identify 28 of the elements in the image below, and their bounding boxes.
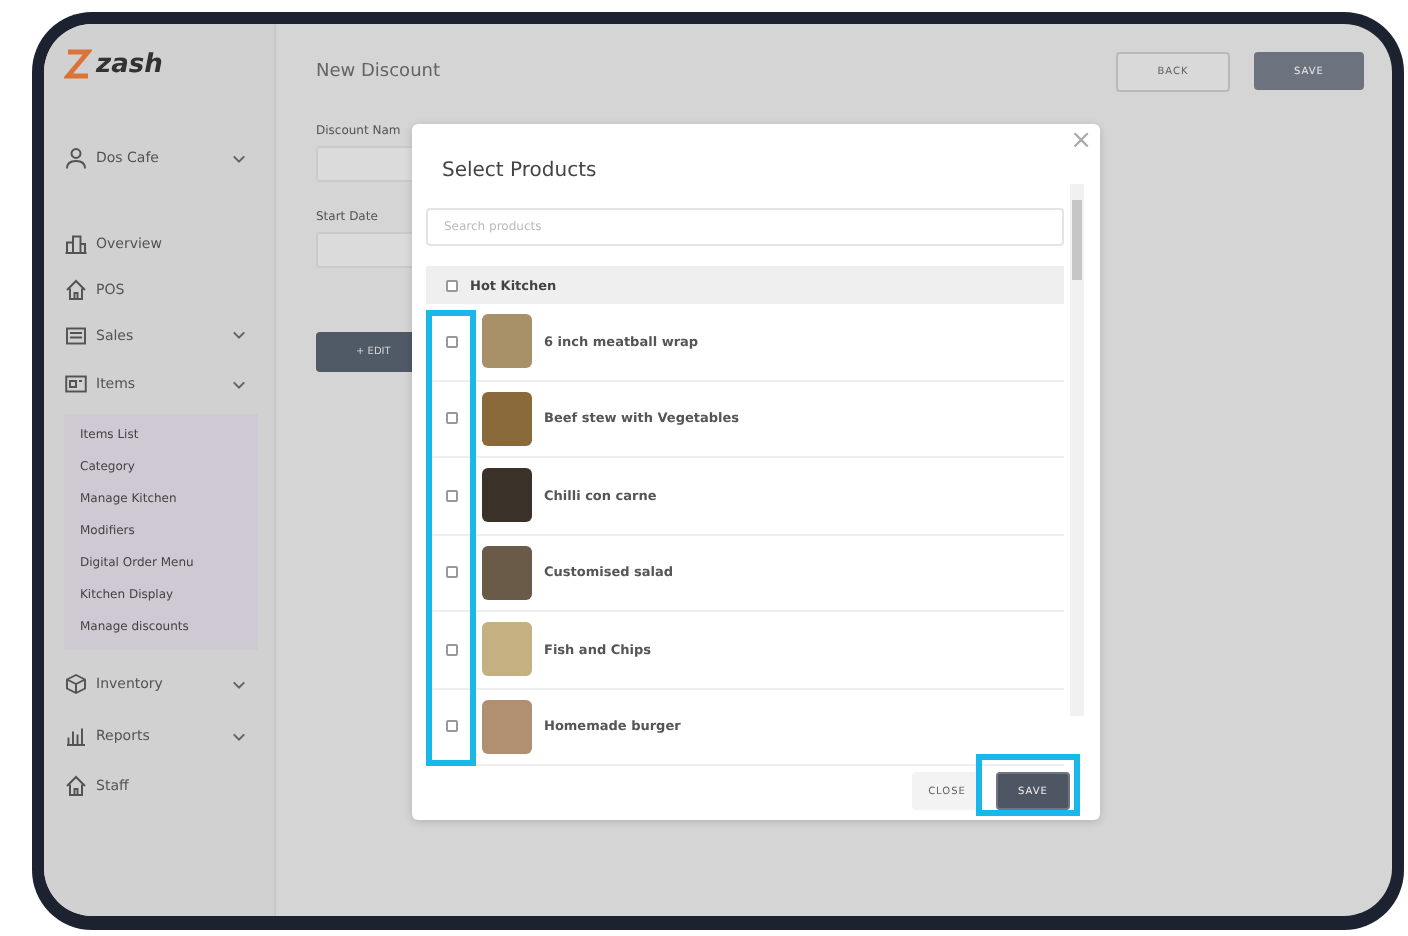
- card-icon: [64, 372, 88, 396]
- building-icon: [64, 231, 88, 255]
- checkbox[interactable]: [446, 643, 458, 656]
- photo-placeholder: [482, 699, 532, 754]
- photo-placeholder: [482, 314, 532, 369]
- box-icon: [64, 672, 88, 696]
- scrollbar[interactable]: [1070, 184, 1084, 716]
- photo-placeholder: [482, 545, 532, 600]
- highlight-frame: [976, 754, 1080, 816]
- chevron-down-icon: [232, 153, 246, 163]
- checkbox[interactable]: [446, 335, 458, 348]
- house-icon: [64, 773, 88, 797]
- document-icon: [64, 323, 88, 347]
- dialog-title: Select Products: [442, 160, 599, 182]
- bar-chart-icon: [64, 724, 88, 748]
- checkbox[interactable]: [446, 566, 458, 579]
- photo-placeholder: [482, 391, 532, 446]
- house-icon: [64, 277, 88, 301]
- checkbox[interactable]: [446, 279, 458, 291]
- logo-text: zash: [96, 49, 163, 79]
- logo-icon: [64, 48, 92, 80]
- photo-placeholder: [482, 622, 532, 677]
- checkbox[interactable]: [446, 412, 458, 425]
- photo-placeholder: [482, 468, 532, 523]
- page-title: New Discount: [316, 62, 441, 82]
- user-icon: [64, 146, 88, 170]
- checkbox[interactable]: [446, 489, 458, 502]
- checkbox[interactable]: [446, 720, 458, 733]
